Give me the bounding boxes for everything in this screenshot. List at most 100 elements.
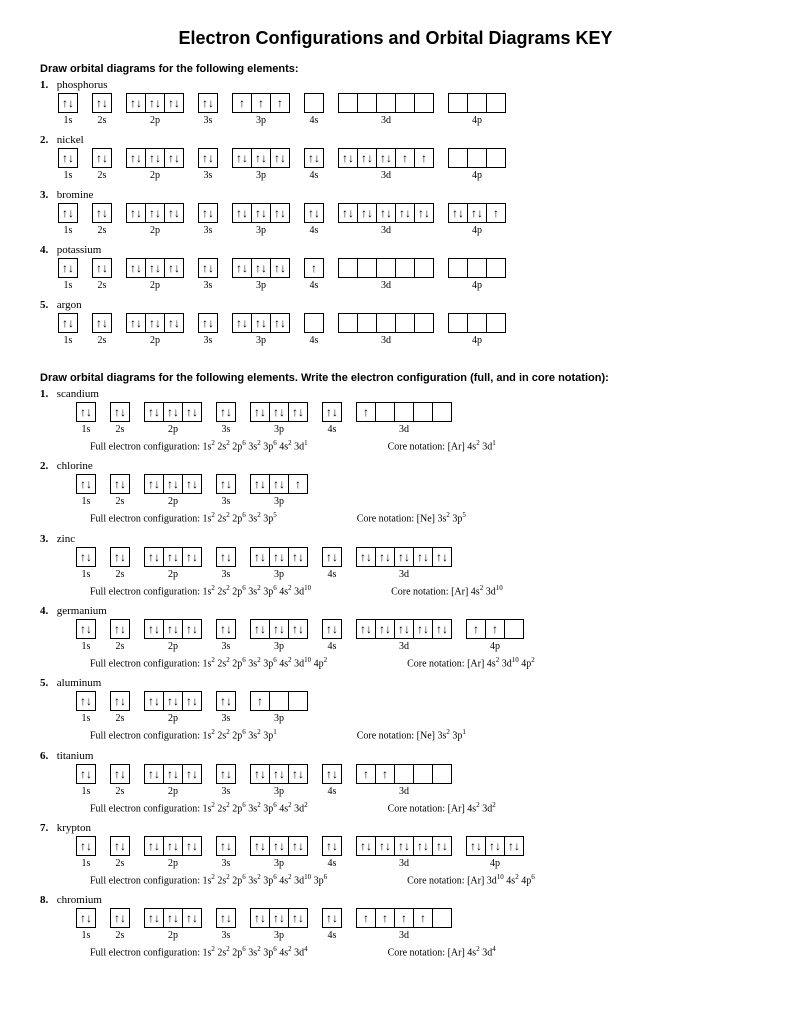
orbital-box: ↑↓ — [126, 148, 146, 168]
orbital-box: ↑ — [466, 619, 486, 639]
sublevel-label: 4p — [490, 858, 500, 869]
sublevel-label: 1s — [64, 170, 73, 181]
orbital-box: ↑↓ — [322, 908, 342, 928]
orbital-box: ↑↓ — [250, 908, 270, 928]
sublevel-label: 4p — [472, 170, 482, 181]
orbital-boxes: ↑↓ — [110, 547, 130, 567]
orbital-box — [414, 402, 433, 422]
problem-title: 8. chromium — [40, 894, 751, 906]
orbital-box: ↑↓ — [198, 258, 218, 278]
orbital-boxes — [338, 313, 434, 333]
sublevel-label: 3d — [399, 424, 409, 435]
orbital-box: ↑ — [395, 908, 414, 928]
orbital-boxes: ↑↓ — [216, 764, 236, 784]
full-config: Full electron configuration: 1s2 2s2 2p6… — [90, 584, 311, 597]
orbital-box: ↑↓ — [110, 908, 130, 928]
orbital-boxes: ↑↓↑↓↑↓ — [232, 258, 290, 278]
sublevel-label: 2p — [168, 424, 178, 435]
sublevel-label: 1s — [64, 335, 73, 346]
orbital-boxes: ↑↓ — [322, 619, 342, 639]
orbital-box: ↑↓ — [216, 836, 236, 856]
sublevel-3s: ↑↓3s — [198, 148, 218, 181]
sublevel-3s: ↑↓3s — [198, 313, 218, 346]
sublevel-1s: ↑↓1s — [58, 313, 78, 346]
sublevel-1s: ↑↓1s — [76, 908, 96, 941]
sublevel-label: 3p — [274, 641, 284, 652]
orbital-boxes: ↑↓ — [216, 619, 236, 639]
sublevel-label: 3s — [204, 170, 213, 181]
orbital-boxes: ↑↓ — [110, 474, 130, 494]
orbital-boxes: ↑↓↑↓↑↓ — [250, 908, 308, 928]
orbital-boxes: ↑↓↑↓↑↓ — [250, 619, 308, 639]
problem-title: 4. germanium — [40, 605, 751, 617]
page-title: Electron Configurations and Orbital Diag… — [40, 28, 751, 49]
orbital-box: ↑↓ — [76, 908, 96, 928]
sublevel-3p: ↑↓↑↓↑↓3p — [232, 258, 290, 291]
sublevel-label: 4s — [328, 424, 337, 435]
orbital-box — [448, 93, 468, 113]
orbital-box: ↑↓ — [356, 836, 376, 856]
sublevel-label: 3d — [399, 858, 409, 869]
sublevel-2s: ↑↓2s — [110, 908, 130, 941]
orbital-boxes: ↑↓ — [110, 764, 130, 784]
orbital-box: ↑↓ — [289, 764, 308, 784]
problem-title: 6. titanium — [40, 750, 751, 762]
sublevel-label: 4s — [310, 170, 319, 181]
orbital-box: ↑↓ — [376, 836, 395, 856]
orbital-box: ↑ — [486, 619, 505, 639]
orbital-box: ↑↓ — [377, 203, 396, 223]
orbital-box — [415, 258, 434, 278]
sublevel-2s: ↑↓2s — [110, 836, 130, 869]
orbital-box — [396, 313, 415, 333]
orbital-boxes: ↑↓ — [92, 258, 112, 278]
problem-title: 1. scandium — [40, 388, 751, 400]
orbital-box: ↑↓ — [216, 764, 236, 784]
orbital-boxes: ↑↓↑↓↑↓ — [126, 148, 184, 168]
orbital-box: ↑↓ — [58, 148, 78, 168]
sublevel-3d: ↑↓↑↓↑↓↑↓↑↓3d — [338, 203, 434, 236]
orbital-boxes: ↑↓↑↓↑↓ — [126, 258, 184, 278]
orbital-box: ↑↓ — [216, 547, 236, 567]
full-config: Full electron configuration: 1s2 2s2 2p6… — [90, 801, 308, 814]
orbital-box — [304, 313, 324, 333]
orbital-box: ↑↓ — [396, 203, 415, 223]
orbital-box: ↑↓ — [144, 402, 164, 422]
problem: 4. potassium↑↓1s↑↓2s↑↓↑↓↑↓2p↑↓3s↑↓↑↓↑↓3p… — [40, 244, 751, 291]
orbital-box: ↑↓ — [270, 836, 289, 856]
orbital-box: ↑↓ — [164, 691, 183, 711]
sublevel-label: 3s — [204, 115, 213, 126]
orbital-box: ↑↓ — [304, 148, 324, 168]
orbital-boxes: ↑↓↑↓↑↓ — [232, 148, 290, 168]
sublevel-3d: 3d — [338, 313, 434, 346]
orbital-box: ↑↓ — [250, 764, 270, 784]
orbital-box: ↑↓ — [126, 313, 146, 333]
orbital-boxes: ↑↓ — [76, 474, 96, 494]
orbital-boxes: ↑↓ — [198, 203, 218, 223]
sublevel-4p: ↑↓↑↓↑↓4p — [466, 836, 524, 869]
orbital-boxes: ↑↓ — [76, 691, 96, 711]
orbital-boxes: ↑↓ — [198, 93, 218, 113]
sublevel-4s: 4s — [304, 93, 324, 126]
sublevel-3p: ↑↓↑↓↑↓3p — [232, 203, 290, 236]
sublevel-label: 2s — [116, 786, 125, 797]
config-line: Full electron configuration: 1s2 2s2 2p6… — [90, 511, 751, 524]
orbital-row: ↑↓1s↑↓2s↑↓↑↓↑↓2p↑↓3s↑↓↑↓↑↓3p↑↓4s↑↓↑↓↑↓↑↓… — [58, 203, 751, 236]
orbital-box: ↑↓ — [252, 203, 271, 223]
sublevel-label: 3s — [204, 225, 213, 236]
problem: 2. chlorine↑↓1s↑↓2s↑↓↑↓↑↓2p↑↓3s↑↓↑↓↑3pFu… — [40, 460, 751, 524]
problem: 6. titanium↑↓1s↑↓2s↑↓↑↓↑↓2p↑↓3s↑↓↑↓↑↓3p↑… — [40, 750, 751, 814]
sublevel-label: 1s — [64, 115, 73, 126]
orbital-box: ↑↓ — [164, 547, 183, 567]
problem-title: 2. nickel — [40, 134, 751, 146]
orbital-box: ↑↓ — [414, 836, 433, 856]
sublevel-label: 2p — [150, 115, 160, 126]
sublevel-label: 4p — [490, 641, 500, 652]
orbital-box: ↑ — [304, 258, 324, 278]
orbital-box: ↑↓ — [183, 402, 202, 422]
sublevel-2s: ↑↓ 2s — [110, 764, 130, 797]
problem-title: 1. phosphorus — [40, 79, 751, 91]
sublevel-label: 3p — [274, 930, 284, 941]
orbital-boxes: ↑↓↑↓↑↓ — [126, 313, 184, 333]
orbital-box: ↑↓ — [250, 474, 270, 494]
problem: 1. phosphorus↑↓1s↑↓2s↑↓↑↓↑↓2p↑↓3s↑↑↑3p4s… — [40, 79, 751, 126]
